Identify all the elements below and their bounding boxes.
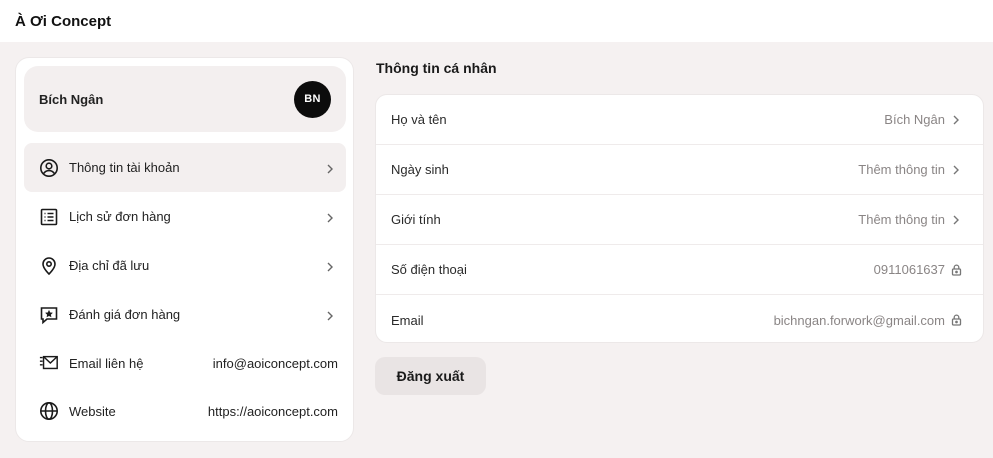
field-row-email: Email bichngan.forwork@gmail.com — [376, 295, 983, 345]
contact-email-label: Email liên hệ — [69, 355, 144, 371]
avatar[interactable]: BN — [294, 80, 331, 118]
sidebar-item-label: Thông tin tài khoản — [69, 160, 180, 175]
sidebar-menu: Thông tin tài khoản Lịch sử đơn hàng Địa… — [24, 143, 346, 435]
lock-icon — [949, 263, 963, 277]
field-label: Email — [391, 312, 424, 328]
lock-icon — [949, 313, 963, 327]
website-row: Website https://aoiconcept.com — [24, 387, 346, 435]
sidebar-item-label: Lịch sử đơn hàng — [69, 209, 171, 224]
profile-name: Bích Ngân — [39, 91, 104, 107]
contact-email-row: Email liên hệ info@aoiconcept.com — [24, 339, 346, 387]
field-row-gender[interactable]: Giới tính Thêm thông tin — [376, 195, 983, 245]
website-value[interactable]: https://aoiconcept.com — [208, 404, 338, 419]
personal-info-card: Họ và tên Bích Ngân Ngày sinh Thêm thông… — [375, 94, 984, 343]
sidebar-item-order-history[interactable]: Lịch sử đơn hàng — [24, 192, 346, 241]
globe-icon — [39, 401, 59, 421]
profile-card: Bích Ngân BN — [24, 66, 346, 132]
field-value: bichngan.forwork@gmail.com — [773, 312, 945, 328]
sidebar-item-account-info[interactable]: Thông tin tài khoản — [24, 143, 346, 192]
field-row-phone: Số điện thoại 0911061637 — [376, 245, 983, 295]
account-sidebar: Bích Ngân BN Thông tin tài khoản Lịch sử… — [15, 57, 354, 442]
sidebar-item-order-reviews[interactable]: Đánh giá đơn hàng — [24, 290, 346, 339]
field-value: Thêm thông tin — [858, 162, 945, 177]
brand-name[interactable]: À Ơi Concept — [15, 13, 111, 30]
chevron-right-icon — [949, 213, 963, 227]
sidebar-item-saved-addresses[interactable]: Địa chỉ đã lưu — [24, 241, 346, 290]
website-label: Website — [69, 403, 116, 419]
field-label: Số điện thoại — [391, 262, 467, 277]
field-label: Ngày sinh — [391, 162, 449, 177]
field-value: Thêm thông tin — [858, 212, 945, 227]
field-row-full-name[interactable]: Họ và tên Bích Ngân — [376, 95, 983, 145]
list-icon — [39, 207, 59, 227]
contact-email-value[interactable]: info@aoiconcept.com — [213, 356, 338, 371]
chevron-right-icon — [324, 260, 336, 272]
logout-button[interactable]: Đăng xuất — [375, 357, 486, 395]
star-chat-icon — [39, 305, 59, 325]
sidebar-item-label: Đánh giá đơn hàng — [69, 307, 181, 322]
top-bar: À Ơi Concept — [0, 0, 993, 42]
page-title: Thông tin cá nhân — [376, 60, 497, 76]
field-value: 0911061637 — [873, 262, 945, 277]
user-circle-icon — [39, 158, 59, 178]
mail-icon — [39, 353, 59, 373]
field-row-birthday[interactable]: Ngày sinh Thêm thông tin — [376, 145, 983, 195]
chevron-right-icon — [949, 113, 963, 127]
field-label: Giới tính — [391, 212, 441, 227]
location-pin-icon — [39, 256, 59, 276]
chevron-right-icon — [324, 309, 336, 321]
chevron-right-icon — [949, 163, 963, 177]
sidebar-item-label: Địa chỉ đã lưu — [69, 258, 150, 273]
chevron-right-icon — [324, 211, 336, 223]
chevron-right-icon — [324, 162, 336, 174]
field-value: Bích Ngân — [884, 112, 945, 127]
field-label: Họ và tên — [391, 112, 447, 127]
